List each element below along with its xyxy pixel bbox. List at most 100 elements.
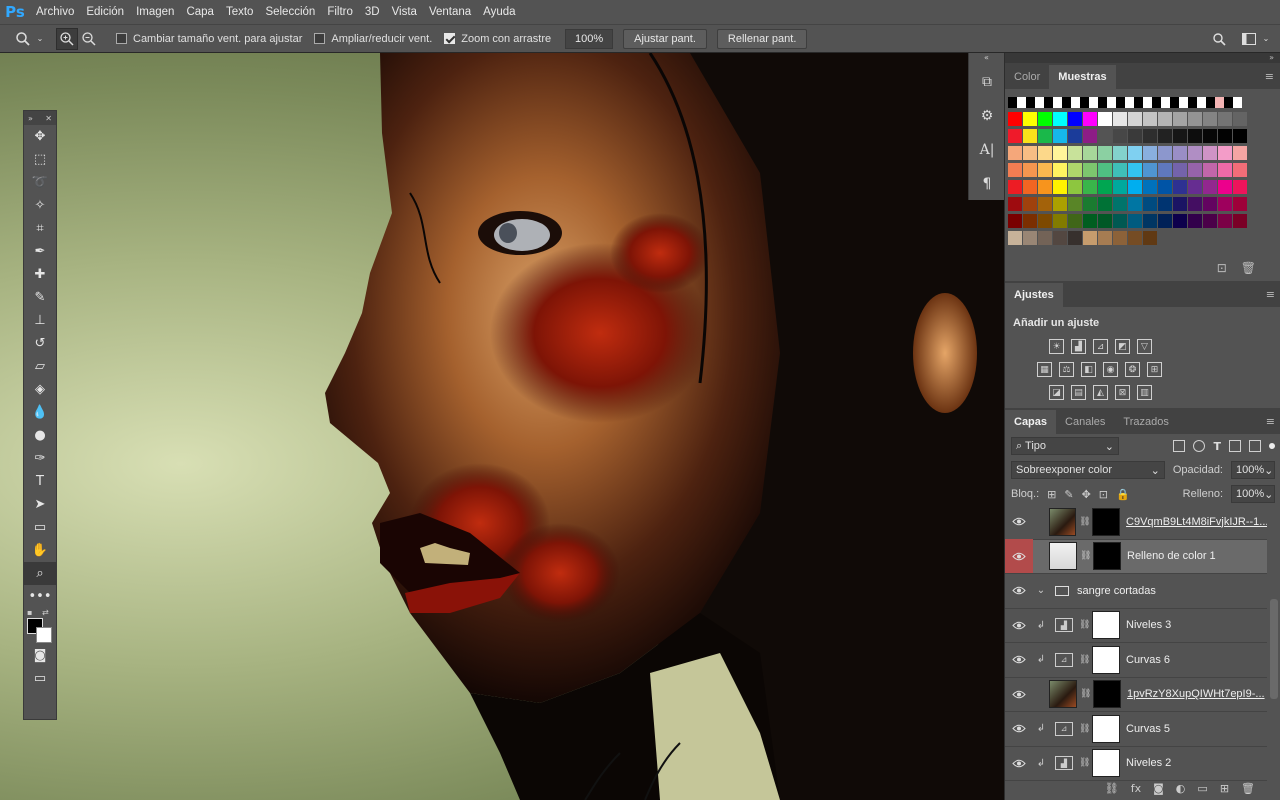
menu-item-5[interactable]: Selección (259, 0, 321, 24)
swatch[interactable] (1143, 197, 1157, 211)
tab-color[interactable]: Color (1005, 65, 1049, 89)
swatch[interactable] (1053, 197, 1067, 211)
panel-menu-icon[interactable]: ≡ (1266, 415, 1275, 428)
menu-item-8[interactable]: Vista (386, 0, 423, 24)
swatch[interactable] (1188, 163, 1202, 177)
tab-channels[interactable]: Canales (1056, 410, 1114, 434)
swatch[interactable] (1113, 231, 1127, 245)
properties-icon[interactable]: ⚙ (969, 99, 1005, 133)
chevron-down-icon[interactable]: ⌄ (34, 28, 46, 50)
swatch[interactable] (1008, 163, 1022, 177)
swatch[interactable] (1008, 197, 1022, 211)
swatch[interactable] (1098, 197, 1112, 211)
swatch[interactable] (1083, 180, 1097, 194)
fill-screen-button[interactable]: Rellenar pant. (716, 28, 808, 49)
gradient-map-icon[interactable]: ▥ (1137, 385, 1152, 400)
brush-icon[interactable]: ✎ (24, 286, 56, 309)
menu-item-6[interactable]: Filtro (321, 0, 359, 24)
trash-icon[interactable]: 🗑 (1241, 261, 1256, 275)
hand-icon[interactable]: ✋ (24, 539, 56, 562)
swatch[interactable] (1053, 129, 1067, 143)
swatch[interactable] (1113, 146, 1127, 160)
link-icon[interactable]: ⛓ (1079, 724, 1090, 734)
layer-name[interactable]: 1pvRzY8XupQIWHt7epI9-... (1127, 688, 1265, 700)
swatch[interactable] (1218, 180, 1232, 194)
tab-paths[interactable]: Trazados (1114, 410, 1177, 434)
swatch[interactable] (1233, 214, 1247, 228)
swatch[interactable] (1068, 112, 1082, 126)
swatch[interactable] (1188, 197, 1202, 211)
swatch[interactable] (1116, 97, 1125, 108)
quick-mask-icon[interactable]: ◙ (24, 644, 56, 667)
swatch[interactable] (1023, 214, 1037, 228)
zoom-value-field[interactable]: 100% (565, 28, 614, 49)
photo-filter-icon[interactable]: ◉ (1103, 362, 1118, 377)
stamp-icon[interactable]: ⊥ (24, 309, 56, 332)
trash-icon[interactable]: 🗑 (1241, 782, 1255, 795)
swatch[interactable] (1233, 163, 1247, 177)
threshold-icon[interactable]: ◭ (1093, 385, 1108, 400)
swatch[interactable] (1083, 129, 1097, 143)
channel-mixer-icon[interactable]: ❂ (1125, 362, 1140, 377)
swatch[interactable] (1044, 97, 1053, 108)
layer-name[interactable]: Curvas 6 (1126, 654, 1170, 666)
zoom-out-icon[interactable] (78, 28, 100, 50)
swatch[interactable] (1152, 97, 1161, 108)
layer-name[interactable]: sangre cortadas (1077, 585, 1156, 597)
swatch[interactable] (1158, 129, 1172, 143)
swatch[interactable] (1233, 180, 1247, 194)
zoom-in-icon[interactable] (56, 27, 78, 50)
menu-item-10[interactable]: Ayuda (477, 0, 521, 24)
path-select-icon[interactable]: ➤ (24, 493, 56, 516)
layer-row[interactable]: ⌄ sangre cortadas (1005, 574, 1267, 609)
chevron-down-icon[interactable]: ⌄ (1260, 28, 1272, 50)
swatch[interactable] (1062, 97, 1071, 108)
swatch[interactable] (1233, 112, 1247, 126)
swatch[interactable] (1008, 180, 1022, 194)
tools-panel-header[interactable]: » ✕ (24, 111, 56, 125)
lock-all-icon[interactable]: 🔒 (1116, 488, 1130, 501)
swatch[interactable] (1197, 97, 1206, 108)
fill-field[interactable]: 100% ⌄ (1231, 485, 1275, 503)
swatch[interactable] (1026, 97, 1035, 108)
swatch[interactable] (1023, 163, 1037, 177)
swatch[interactable] (1233, 129, 1247, 143)
swatch[interactable] (1023, 112, 1037, 126)
swatch[interactable] (1023, 231, 1037, 245)
rectangle-icon[interactable]: ▭ (24, 516, 56, 539)
posterize-icon[interactable]: ▤ (1071, 385, 1086, 400)
swatch[interactable] (1098, 129, 1112, 143)
swatch[interactable] (1023, 180, 1037, 194)
swatch[interactable] (1071, 97, 1080, 108)
swatch[interactable] (1098, 231, 1112, 245)
paragraph-icon[interactable]: ¶ (969, 167, 1005, 201)
swatch[interactable] (1158, 146, 1172, 160)
layer-row[interactable]: ↲ ▟ ⛓ Niveles 3 (1005, 609, 1267, 643)
swatch[interactable] (1038, 214, 1052, 228)
menu-item-0[interactable]: Archivo (30, 0, 80, 24)
opacity-field[interactable]: 100% ⌄ (1231, 461, 1275, 479)
swatch[interactable] (1053, 163, 1067, 177)
swatch[interactable] (1089, 97, 1098, 108)
swatch[interactable] (1053, 180, 1067, 194)
collapse-icon[interactable]: « (969, 53, 1004, 65)
swatch[interactable] (1158, 180, 1172, 194)
exposure-icon[interactable]: ◩ (1115, 339, 1130, 354)
swatch[interactable] (1128, 146, 1142, 160)
swatch[interactable] (1053, 146, 1067, 160)
swatch[interactable] (1128, 129, 1142, 143)
background-color-swatch[interactable] (36, 627, 52, 643)
link-icon[interactable]: ⛓ (1080, 551, 1091, 561)
filter-type-icon[interactable]: T (1213, 440, 1221, 453)
swatch[interactable] (1113, 214, 1127, 228)
swatch[interactable] (1158, 214, 1172, 228)
swatch[interactable] (1173, 112, 1187, 126)
panel-menu-icon[interactable]: ≡ (1266, 288, 1275, 301)
history-icon[interactable]: ⧉ (969, 65, 1005, 99)
menu-item-3[interactable]: Capa (180, 0, 220, 24)
zoom-all-checkbox[interactable]: Ampliar/reducir vent. (314, 33, 432, 45)
pen-icon[interactable]: ✑ (24, 447, 56, 470)
swatch[interactable] (1038, 231, 1052, 245)
lasso-icon[interactable]: ➰ (24, 171, 56, 194)
checkbox-unchecked[interactable] (314, 33, 326, 44)
